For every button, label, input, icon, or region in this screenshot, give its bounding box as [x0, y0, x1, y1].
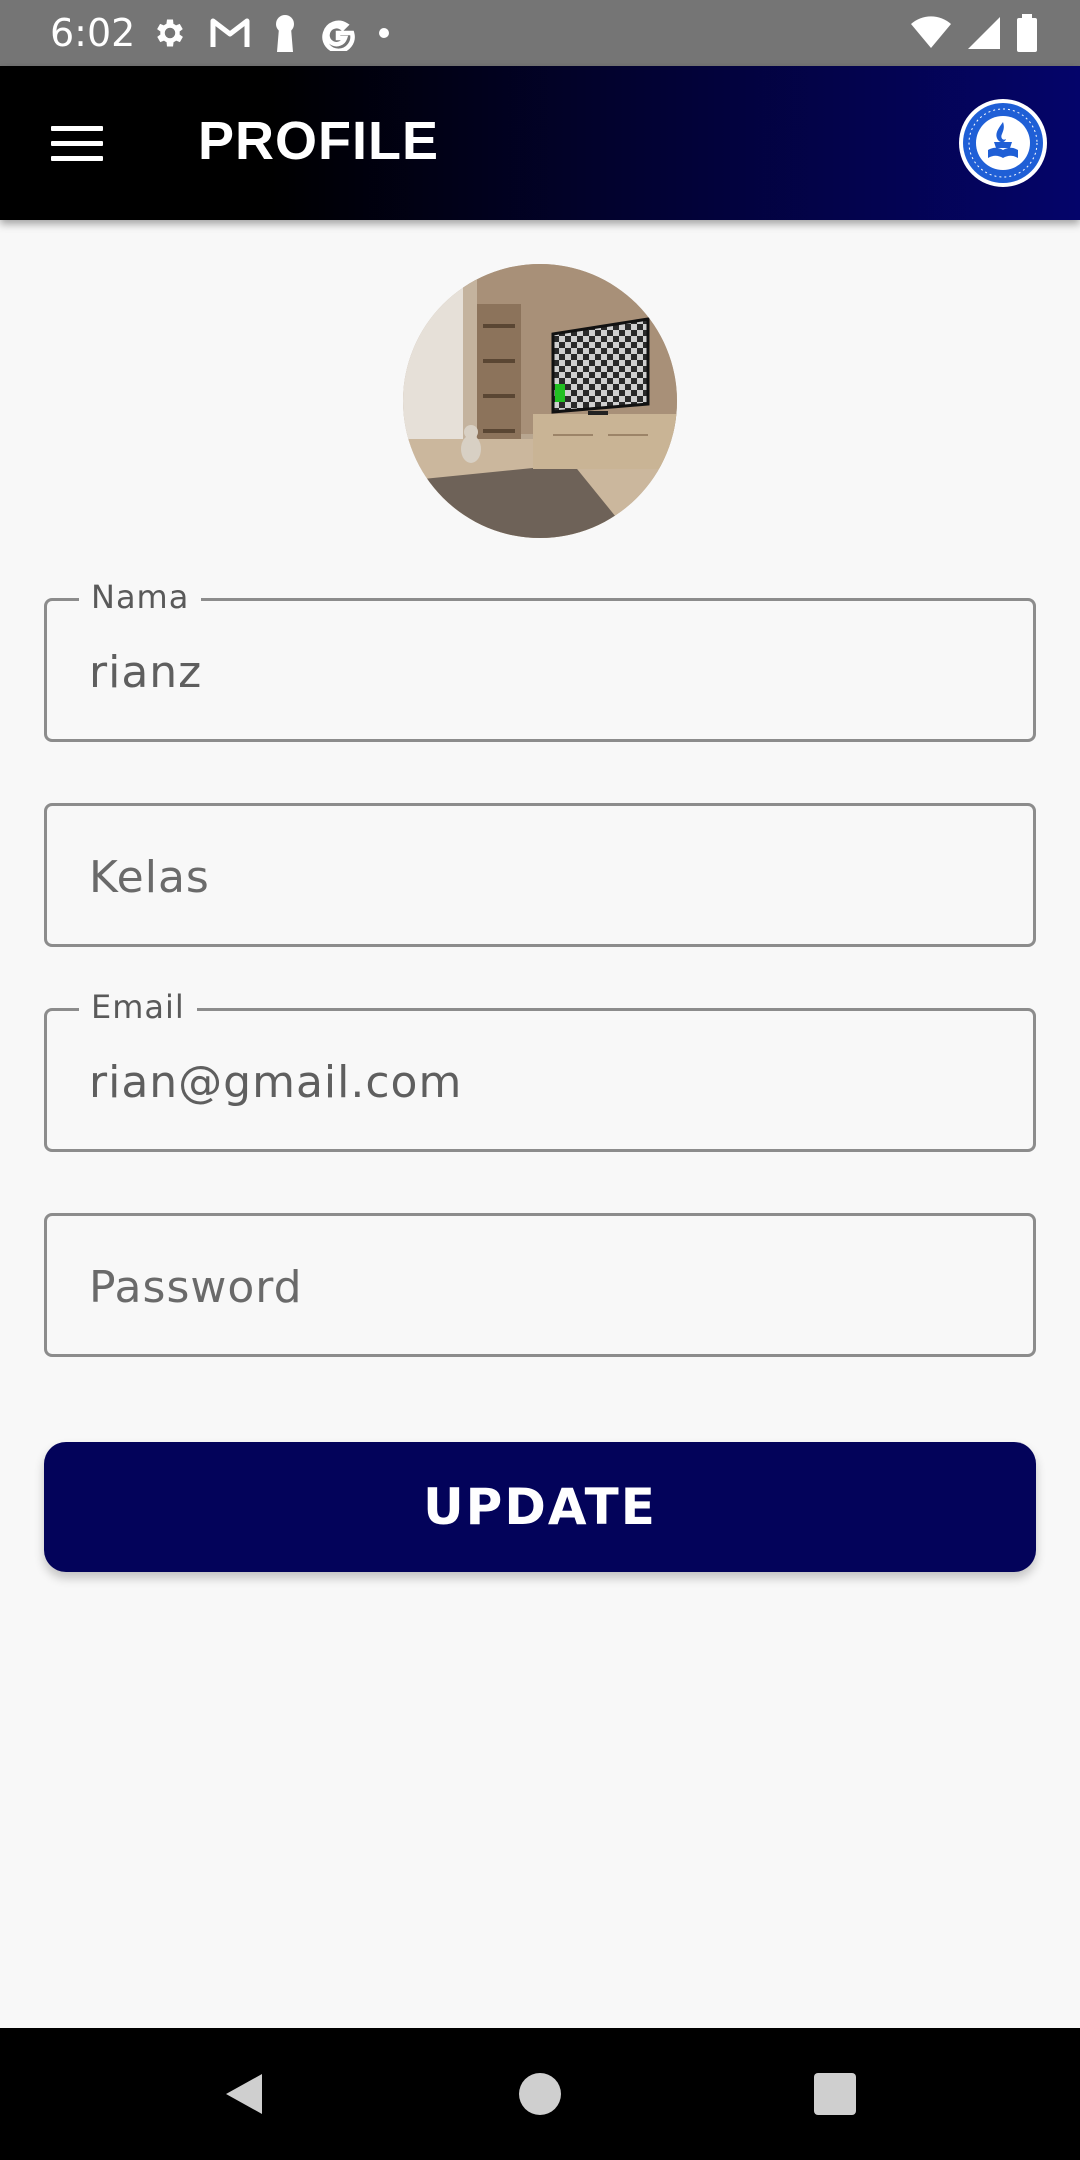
home-icon[interactable]: [519, 2073, 561, 2115]
navigation-bar: [0, 2028, 1080, 2160]
hamburger-menu-icon[interactable]: [40, 112, 114, 174]
page-title: PROFILE: [198, 111, 440, 171]
password-placeholder: Password: [89, 1262, 303, 1313]
kelas-field[interactable]: Kelas: [44, 803, 1036, 947]
status-system-icons: [910, 10, 1038, 56]
nama-label: Nama: [79, 575, 202, 619]
email-value: rian@gmail.com: [89, 1057, 463, 1108]
gmail-icon: [210, 18, 250, 47]
profile-photo: [403, 264, 677, 538]
email-field[interactable]: Email rian@gmail.com: [44, 985, 1036, 1152]
avatar[interactable]: [403, 264, 677, 538]
nama-value: rianz: [89, 647, 203, 698]
battery-icon: [1017, 14, 1037, 52]
back-icon[interactable]: [220, 2070, 268, 2118]
keyhole-icon: [276, 15, 294, 52]
status-notification-icons: [152, 10, 390, 56]
update-button[interactable]: UPDATE: [44, 1442, 1036, 1572]
settings-icon: [157, 19, 183, 47]
google-icon: [322, 20, 355, 51]
school-logo: [959, 99, 1047, 187]
app-bar: PROFILE: [0, 66, 1080, 220]
status-bar: 6:02: [0, 0, 1080, 66]
profile-screen: 6:02 PROFILE Nama rianz Kelas Email rian…: [0, 0, 1080, 2160]
dot-icon: [379, 28, 389, 38]
nama-field[interactable]: Nama rianz: [44, 575, 1036, 742]
status-time: 6:02: [50, 11, 136, 55]
email-label: Email: [79, 985, 197, 1029]
kelas-placeholder: Kelas: [89, 852, 210, 903]
cellular-icon: [968, 17, 1000, 49]
wifi-icon: [911, 16, 951, 48]
password-field[interactable]: Password: [44, 1213, 1036, 1357]
recents-icon[interactable]: [814, 2073, 856, 2115]
